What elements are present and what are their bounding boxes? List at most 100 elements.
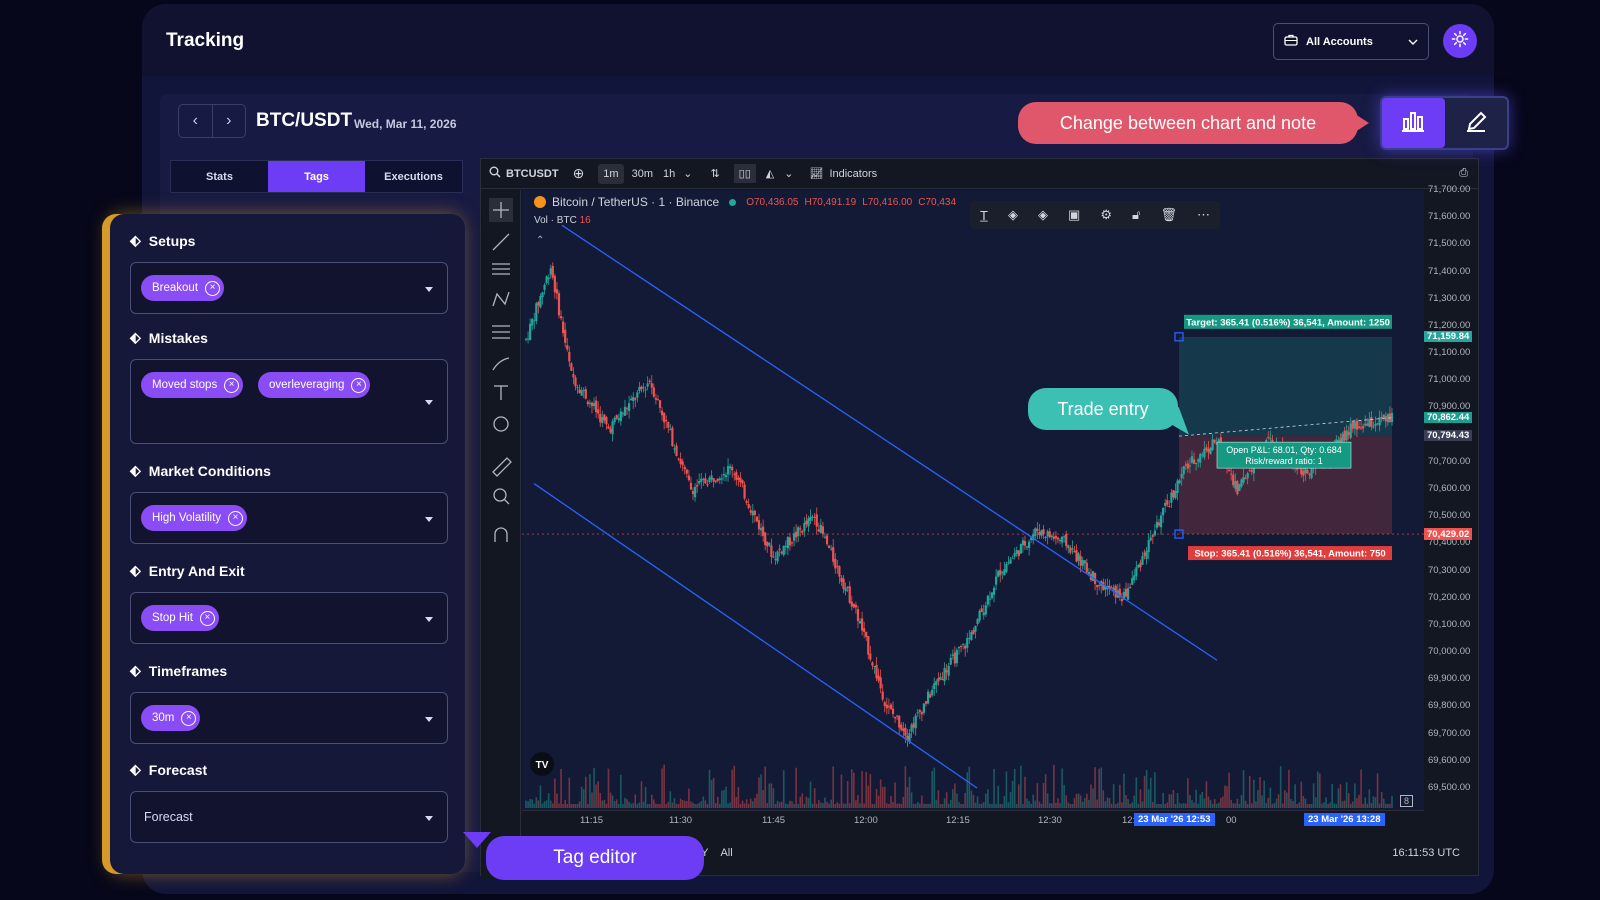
settings-button[interactable] <box>1443 24 1477 58</box>
setups-select[interactable]: Breakout × <box>130 262 448 314</box>
magnet-icon[interactable] <box>494 527 508 542</box>
fill-color-icon[interactable]: ◈ <box>1008 207 1018 223</box>
entry-exit-select[interactable]: Stop Hit × <box>130 592 448 644</box>
trendline-icon[interactable] <box>492 233 510 251</box>
page-title: Tracking <box>166 30 245 51</box>
candle-body <box>1083 560 1086 564</box>
chip-label: High Volatility <box>152 512 222 524</box>
candle-body <box>873 665 876 667</box>
search-icon[interactable] <box>489 166 501 181</box>
emoji-icon[interactable] <box>493 416 509 432</box>
interval-1m[interactable]: 1m <box>598 163 624 184</box>
accounts-dropdown[interactable]: All Accounts <box>1273 23 1429 60</box>
volume-bar <box>1127 799 1129 808</box>
candle-body <box>1048 531 1051 538</box>
remove-tag-icon[interactable]: × <box>205 280 221 296</box>
candle-body <box>559 316 563 319</box>
market-conditions-select[interactable]: High Volatility × <box>130 492 448 544</box>
volume-bar <box>1362 803 1364 808</box>
remove-tag-icon[interactable]: × <box>351 377 367 393</box>
next-day-button[interactable]: › <box>213 105 246 137</box>
prev-day-button[interactable]: ‹ <box>179 105 213 137</box>
volume-bar <box>1205 781 1208 808</box>
symbol-label[interactable]: BTCUSDT <box>506 168 559 180</box>
add-symbol-icon[interactable]: ⊕ <box>573 165 585 182</box>
volume-bar <box>902 796 905 808</box>
forecast-select[interactable]: Forecast <box>130 791 448 843</box>
candle-body <box>708 477 711 483</box>
volume-bar <box>663 764 665 808</box>
camera-icon[interactable]: ⎙ <box>1459 167 1468 180</box>
horizontal-lines-icon[interactable] <box>492 263 510 275</box>
candlestick-plot[interactable]: Target: 365.41 (0.516%) 36,541, Amount: … <box>522 190 1424 810</box>
candle-body <box>1001 572 1004 574</box>
remove-tag-icon[interactable]: × <box>199 610 215 626</box>
zoom-icon[interactable] <box>493 488 510 505</box>
trash-icon[interactable]: 🗑︎ <box>1160 207 1177 223</box>
indicators-icon[interactable]: 📈︎ <box>809 167 823 180</box>
bar-style-icon[interactable]: ⇅ <box>710 167 719 180</box>
volume-bar <box>962 803 964 808</box>
note-view-button[interactable] <box>1445 98 1508 148</box>
chevron-down-icon[interactable]: ⌄ <box>683 167 692 180</box>
candles-icon[interactable]: ▯▯ <box>733 164 756 183</box>
scale-badge[interactable]: 8 <box>1400 795 1414 807</box>
price-tick-label: 69,600.00 <box>1428 754 1471 766</box>
remove-tag-icon[interactable]: × <box>224 377 240 393</box>
volume-bar <box>1071 803 1074 808</box>
volume-bar <box>1026 798 1028 808</box>
mistakes-select[interactable]: Moved stops × overleveraging × <box>130 359 448 444</box>
area-chart-icon[interactable]: ◭ <box>766 167 774 180</box>
candle-body <box>702 478 705 480</box>
candle-body <box>986 595 989 605</box>
chart-view-button[interactable] <box>1382 98 1445 148</box>
volume-bar <box>1335 804 1338 808</box>
candle-body <box>953 652 956 664</box>
candle-body <box>1110 587 1113 589</box>
text-icon[interactable] <box>494 385 508 400</box>
remove-tag-icon[interactable]: × <box>181 710 197 726</box>
volume-bar <box>939 803 942 808</box>
candle-body <box>642 387 645 389</box>
chevron-down-icon[interactable]: ⌄ <box>784 167 793 180</box>
volume-bar <box>791 801 793 808</box>
interval-30m[interactable]: 30m <box>632 168 653 180</box>
crosshair-icon[interactable] <box>489 198 513 222</box>
more-icon[interactable]: ⋯ <box>1197 207 1210 223</box>
settings-icon[interactable]: ⚙ <box>1100 207 1112 223</box>
tab-executions[interactable]: Executions <box>365 161 462 192</box>
volume-bar <box>1001 803 1004 808</box>
lock-icon[interactable]: 🔓︎ <box>1132 207 1140 223</box>
tag-chip: overleveraging × <box>258 372 371 398</box>
candle-body <box>557 293 561 316</box>
range-all[interactable]: All <box>720 847 732 859</box>
volume-bar <box>879 779 882 808</box>
volume-bar <box>1281 803 1284 808</box>
chart-settings-icon[interactable]: ▣ <box>1068 207 1080 223</box>
interval-1h[interactable]: 1h <box>663 168 675 180</box>
fib-icon[interactable] <box>492 325 510 339</box>
ruler-icon[interactable] <box>492 457 512 477</box>
tab-stats[interactable]: Stats <box>171 161 268 192</box>
volume-bar <box>667 801 670 808</box>
candle-body <box>1359 427 1363 429</box>
volume-bar <box>679 798 682 808</box>
candle-body <box>959 646 963 648</box>
tab-tags[interactable]: Tags <box>268 161 365 192</box>
candle-body <box>916 712 919 714</box>
pattern-icon[interactable] <box>492 291 510 307</box>
indicators-button[interactable]: Indicators <box>829 168 877 180</box>
candle-body <box>1135 567 1138 577</box>
brush-icon[interactable] <box>492 357 510 371</box>
stop-label: Stop: 365.41 (0.516%) 36,541, Amount: 75… <box>1194 549 1385 560</box>
remove-tag-icon[interactable]: × <box>228 510 244 526</box>
candle-body <box>652 387 655 397</box>
text-style-icon[interactable]: T̲ <box>980 208 988 223</box>
candle-body <box>997 571 1000 577</box>
target-zone <box>1179 336 1392 437</box>
volume-bar <box>1143 775 1146 808</box>
volume-bar <box>1042 783 1045 808</box>
volume-bar <box>1238 803 1241 808</box>
timeframes-select[interactable]: 30m × <box>130 692 448 744</box>
line-color-icon[interactable]: ◈ <box>1038 207 1048 223</box>
